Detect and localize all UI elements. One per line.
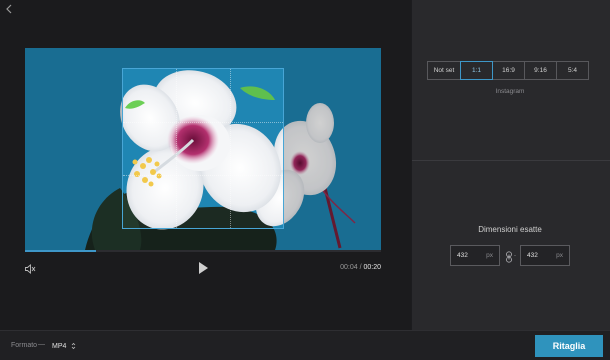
ratio-1-1-button[interactable]: 1:1 (460, 61, 493, 80)
mute-button[interactable] (24, 262, 36, 274)
ratio-preset-label: Instagram (495, 88, 525, 95)
play-icon (199, 262, 208, 274)
bottom-toolbar (0, 330, 610, 360)
lock-aspect-toggle[interactable] (505, 250, 513, 263)
up-down-caret-icon (72, 342, 76, 350)
format-dash: — (38, 341, 45, 348)
crop-button[interactable]: Ritaglia (535, 335, 603, 357)
chevron-left-icon (6, 4, 12, 14)
ratio-5-4-button[interactable]: 5:4 (556, 61, 589, 80)
settings-panel (412, 0, 610, 330)
video-preview (25, 48, 381, 250)
format-label: Formato (11, 342, 38, 349)
width-input[interactable]: 432 px (450, 245, 500, 266)
crop-grid-line (123, 121, 283, 123)
playback-progress-track[interactable] (25, 250, 381, 252)
video-editor-area: 00:04 / 00:20 (0, 0, 411, 330)
ratio-16-9-button[interactable]: 16:9 (492, 61, 525, 80)
panel-divider (412, 160, 610, 161)
width-value: 432 (457, 252, 468, 259)
format-select[interactable]: MP4 (52, 340, 76, 352)
crop-grid-line (229, 69, 231, 228)
back-button[interactable] (3, 2, 15, 14)
aspect-ratio-selector: Not set 1:1 16:9 9:16 5:4 (427, 61, 589, 80)
ratio-9-16-button[interactable]: 9:16 (524, 61, 557, 80)
ratio-not-set-button[interactable]: Not set (427, 61, 461, 80)
crop-selection-box[interactable] (122, 68, 284, 229)
format-value: MP4 (52, 342, 67, 350)
width-unit: px (486, 252, 493, 259)
dimension-separator: - (514, 253, 516, 259)
speaker-muted-icon (25, 264, 36, 274)
current-time: 00:04 (340, 264, 358, 271)
height-value: 432 (527, 252, 538, 259)
exact-dimensions-title: Dimensioni esatte (478, 225, 542, 234)
total-time: 00:20 (363, 264, 381, 271)
playback-time: 00:04 / 00:20 (340, 264, 381, 271)
crop-grid-line (123, 174, 283, 176)
crop-grid-line (176, 69, 178, 228)
play-button[interactable] (197, 261, 209, 275)
height-unit: px (556, 252, 563, 259)
height-input[interactable]: 432 px (520, 245, 570, 266)
playback-progress-fill (25, 250, 97, 252)
chain-link-icon (506, 251, 512, 263)
